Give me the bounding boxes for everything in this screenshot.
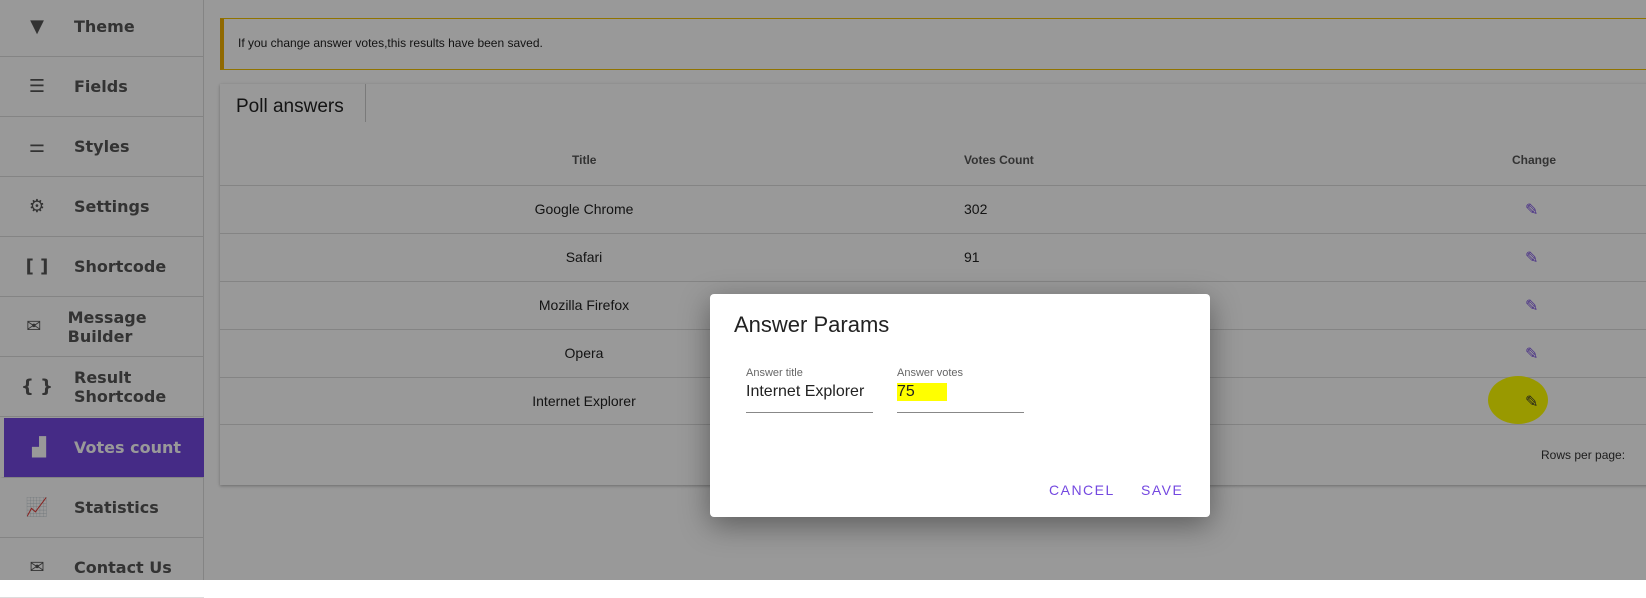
dialog-title: Answer Params (734, 312, 890, 337)
answer-params-dialog: Answer Params Answer title Answer votes … (710, 294, 1210, 517)
answer-votes-label: Answer votes (897, 367, 964, 379)
answer-title-field: Answer title (746, 367, 873, 413)
answer-title-input[interactable] (746, 383, 873, 401)
save-button[interactable]: SAVE (1141, 482, 1183, 498)
answer-title-label: Answer title (746, 367, 803, 379)
answer-votes-input[interactable] (897, 383, 1024, 401)
answer-votes-field: Answer votes (897, 367, 1024, 413)
cancel-button[interactable]: CANCEL (1049, 482, 1115, 498)
